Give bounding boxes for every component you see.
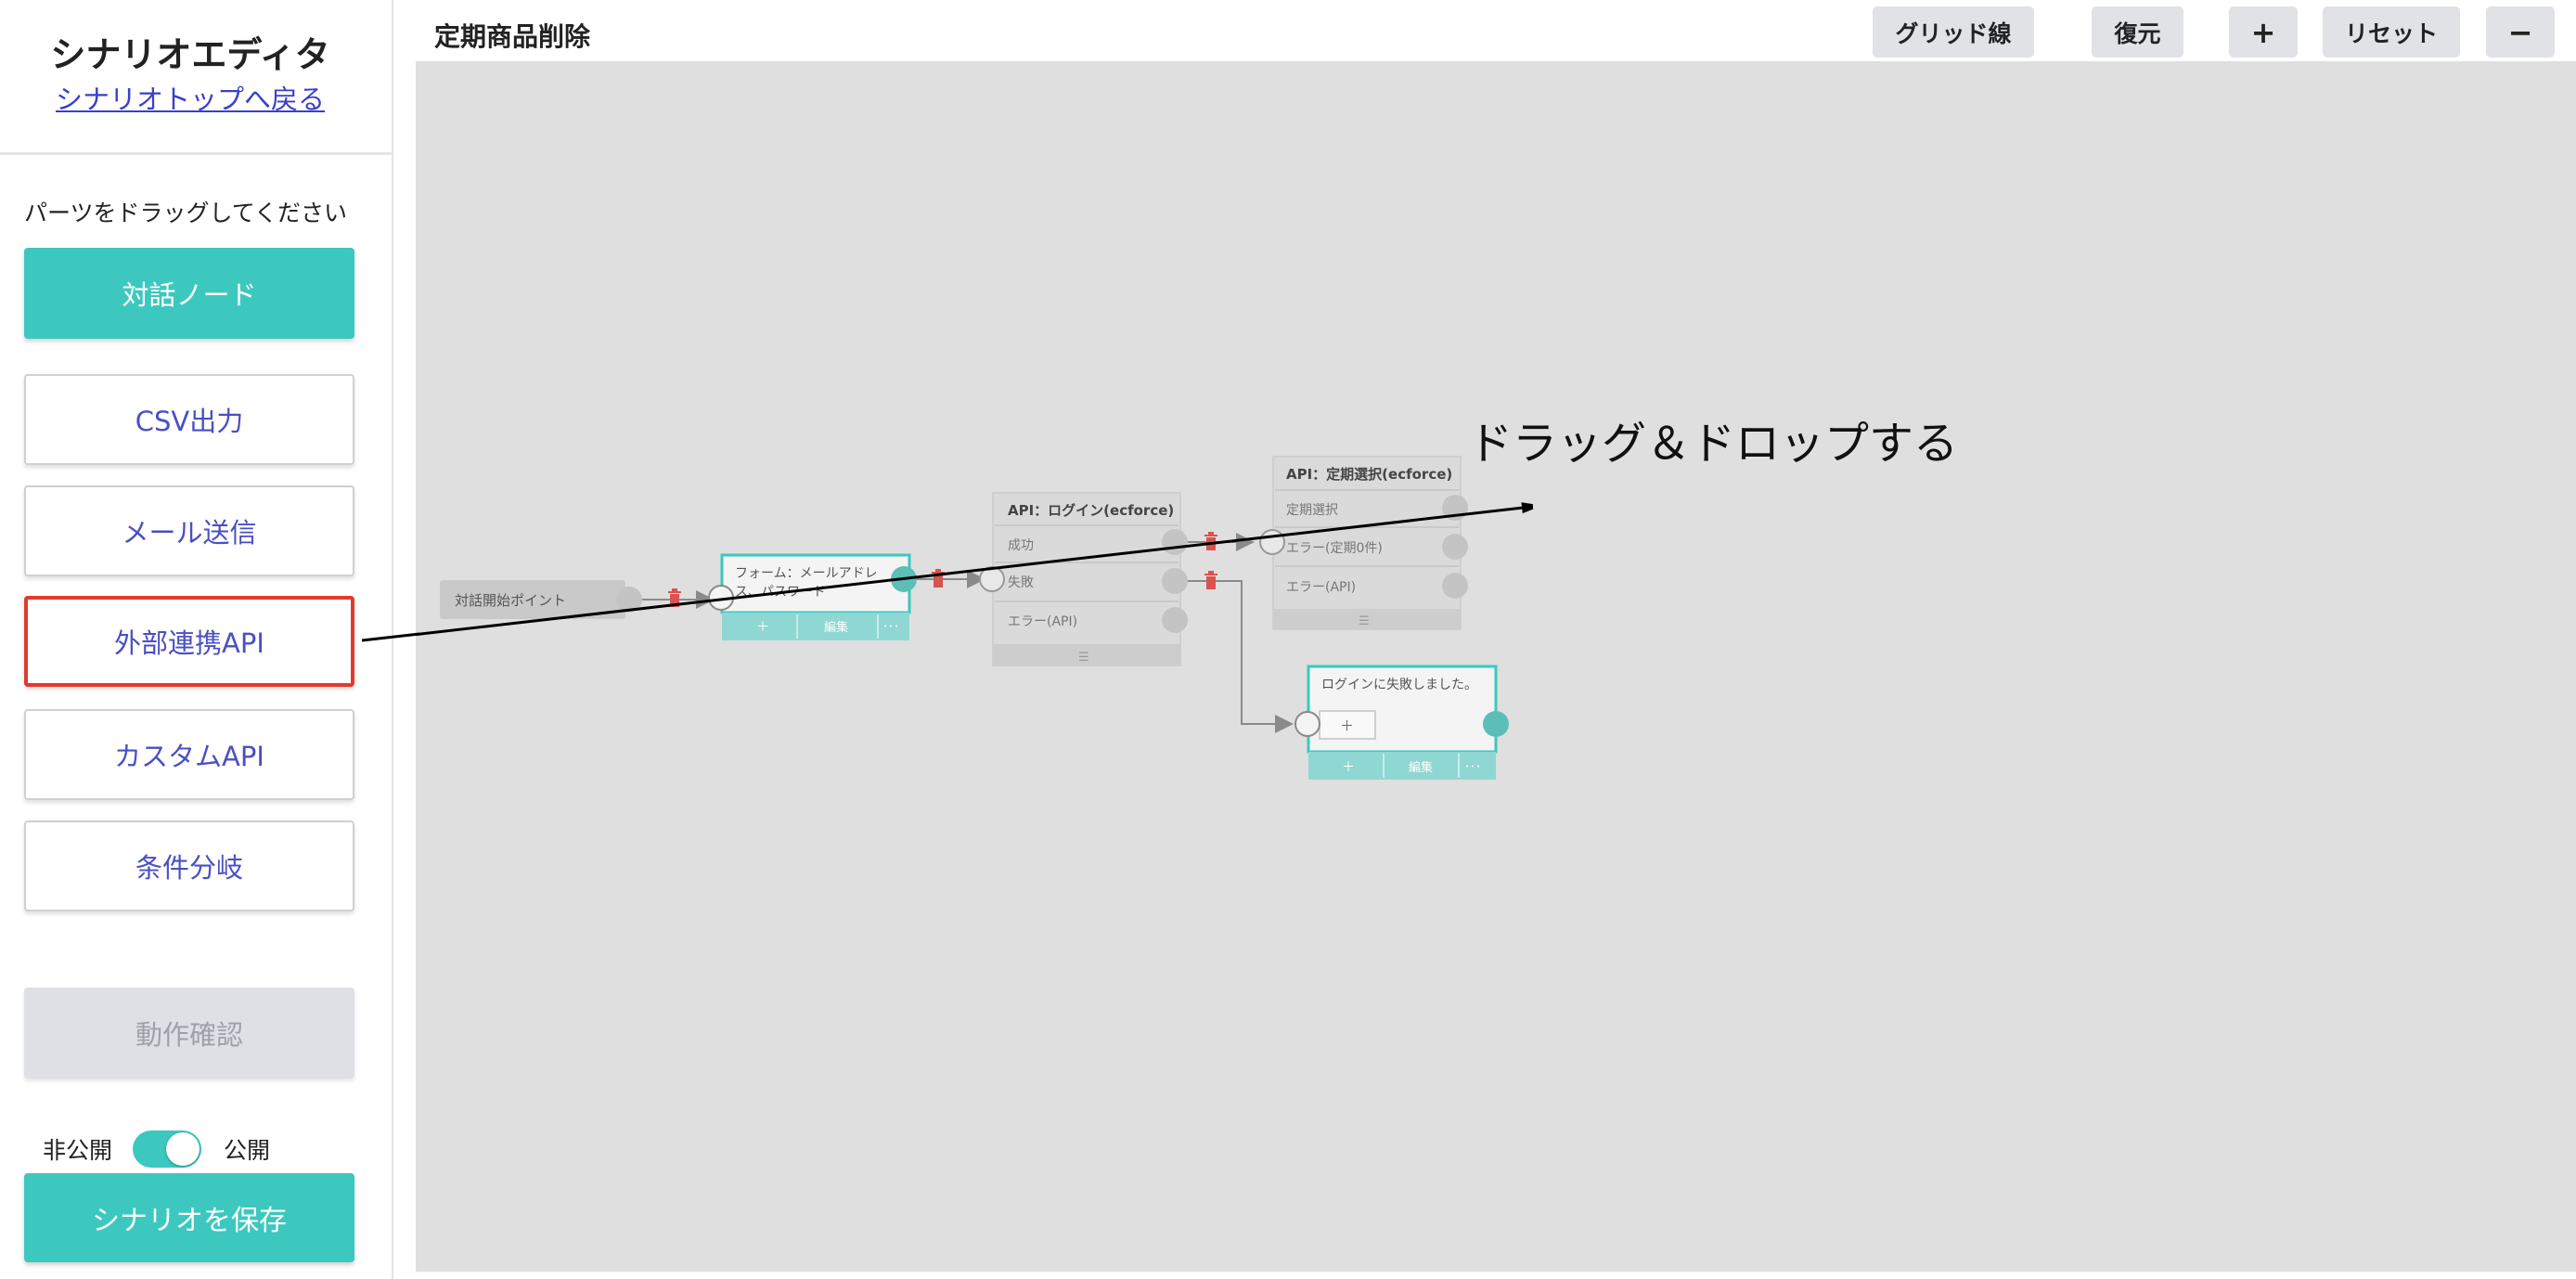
fail-message-add-button[interactable]: ＋ bbox=[1342, 760, 1355, 775]
delete-edge-icon[interactable] bbox=[932, 569, 945, 588]
part-external-api[interactable]: 外部連携API bbox=[24, 596, 354, 687]
restore-button[interactable]: 復元 bbox=[2092, 6, 2183, 58]
api-login-output-fail: 失敗 bbox=[1008, 575, 1034, 590]
delete-edge-icon[interactable] bbox=[1204, 532, 1217, 550]
delete-edge-icon[interactable] bbox=[1204, 571, 1217, 589]
back-to-scenario-top-link[interactable]: シナリオトップへ戻る bbox=[0, 78, 380, 117]
form-add-button[interactable]: ＋ bbox=[756, 620, 769, 635]
node-api-login[interactable]: API：ログイン(ecforce) 成功 失敗 エラー(API) ☰ bbox=[979, 492, 1188, 666]
form-node-title-line1: フォーム：メールアドレ bbox=[735, 566, 878, 581]
node-api-select[interactable]: API：定期選択(ecforce) 定期選択 エラー(定期0件) エラー(API… bbox=[1259, 456, 1468, 630]
api-select-output-zero: エラー(定期0件) bbox=[1286, 541, 1383, 556]
sidebar-divider bbox=[0, 152, 392, 155]
fail-message-title: ログインに失敗しました。 bbox=[1321, 678, 1477, 692]
form-edit-button[interactable]: 編集 bbox=[824, 620, 848, 635]
part-csv-output[interactable]: CSV出力 bbox=[24, 374, 354, 465]
reset-button[interactable]: リセット bbox=[2323, 6, 2460, 58]
api-login-output-success: 成功 bbox=[1008, 538, 1034, 553]
api-login-output-error: エラー(API) bbox=[1008, 614, 1077, 629]
save-scenario-button[interactable]: シナリオを保存 bbox=[24, 1173, 354, 1262]
api-select-footer-handle[interactable]: ☰ bbox=[1359, 614, 1370, 628]
scenario-name: 定期商品削除 bbox=[434, 21, 591, 52]
part-condition-branch[interactable]: 条件分岐 bbox=[24, 820, 354, 911]
test-run-button[interactable]: 動作確認 bbox=[24, 988, 354, 1079]
editor-title: シナリオエディタ bbox=[50, 34, 330, 75]
drag-hint: パーツをドラッグしてください bbox=[24, 200, 348, 226]
zoom-out-button[interactable]: − bbox=[2486, 6, 2555, 58]
part-mail-send[interactable]: メール送信 bbox=[24, 485, 354, 576]
publish-toggle[interactable] bbox=[133, 1130, 202, 1168]
scenario-canvas[interactable]: 対話開始ポイント フォーム：メールアドレ ス、パスワード ＋ 編集 ･･･ bbox=[416, 61, 2576, 1272]
fail-message-inner-add[interactable]: ＋ bbox=[1340, 717, 1354, 734]
start-point-label: 対話開始ポイント bbox=[455, 592, 566, 609]
part-custom-api[interactable]: カスタムAPI bbox=[24, 709, 354, 800]
api-login-footer-handle[interactable]: ☰ bbox=[1078, 651, 1089, 665]
api-select-output-select: 定期選択 bbox=[1286, 503, 1338, 518]
node-login-failed-message[interactable]: ログインに失敗しました。 ＋ ＋ 編集 ･･･ bbox=[1294, 665, 1509, 780]
publish-toggle-row: 非公開 公開 bbox=[43, 1129, 270, 1169]
public-label: 公開 bbox=[224, 1137, 271, 1164]
api-select-output-error: エラー(API) bbox=[1286, 580, 1356, 595]
flow-diagram: 対話開始ポイント フォーム：メールアドレ ス、パスワード ＋ 編集 ･･･ bbox=[416, 456, 2576, 780]
editor-header: 定期商品削除 グリッド線 復元 + リセット − bbox=[395, 0, 2576, 61]
sidebar: シナリオエディタ シナリオトップへ戻る パーツをドラッグしてください 対話ノード… bbox=[0, 0, 393, 1279]
toggle-knob bbox=[166, 1132, 200, 1166]
api-select-title: API：定期選択(ecforce) bbox=[1286, 466, 1452, 483]
api-login-title: API：ログイン(ecforce) bbox=[1008, 502, 1174, 519]
drag-drop-annotation: ドラッグ＆ドロップする bbox=[1468, 418, 1959, 470]
form-more-button[interactable]: ･･･ bbox=[882, 620, 899, 633]
fail-message-edit-button[interactable]: 編集 bbox=[1409, 760, 1433, 775]
part-dialog-node[interactable]: 対話ノード bbox=[24, 248, 354, 339]
private-label: 非公開 bbox=[43, 1137, 113, 1164]
fail-message-more-button[interactable]: ･･･ bbox=[1464, 760, 1481, 773]
grid-lines-button[interactable]: グリッド線 bbox=[1873, 6, 2034, 58]
zoom-in-button[interactable]: + bbox=[2229, 6, 2298, 58]
